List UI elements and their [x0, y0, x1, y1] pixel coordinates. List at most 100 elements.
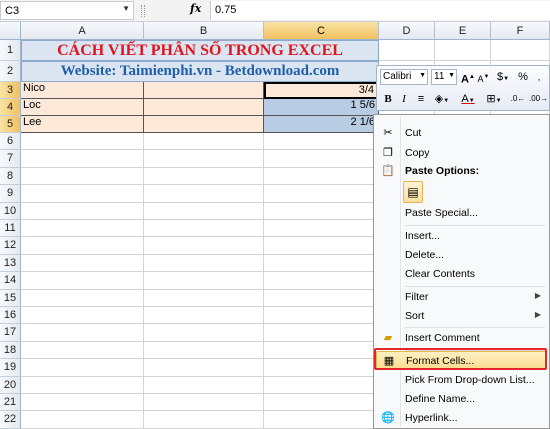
menu-item-copy[interactable]: ❐ Copy: [376, 144, 547, 163]
grid-cell[interactable]: [21, 254, 144, 273]
cell-c3[interactable]: 3/4: [264, 82, 379, 99]
grid-cell[interactable]: [144, 359, 264, 377]
cell-c5[interactable]: 2 1/6: [264, 116, 379, 133]
chevron-down-icon[interactable]: ▼: [122, 4, 130, 13]
grid-cell[interactable]: [264, 289, 379, 307]
row-header-22[interactable]: 22: [0, 411, 21, 429]
grid-cell[interactable]: [144, 133, 264, 151]
grid-cell[interactable]: [21, 220, 144, 238]
row-header-21[interactable]: 21: [0, 394, 21, 412]
cell-a3[interactable]: Nico: [21, 82, 144, 99]
row-header-13[interactable]: 13: [0, 254, 21, 273]
grid-cell[interactable]: [264, 394, 379, 412]
menu-item-insert[interactable]: Insert...: [376, 227, 547, 246]
grid-cell[interactable]: [264, 324, 379, 342]
grid-cell[interactable]: [264, 150, 379, 168]
grid-cell[interactable]: [144, 289, 264, 307]
grid-cell[interactable]: [264, 237, 379, 255]
grid-cell[interactable]: [21, 167, 144, 186]
grid-cell[interactable]: [144, 254, 264, 273]
name-box[interactable]: C3 ▼: [0, 1, 134, 20]
column-header-d[interactable]: D: [379, 22, 435, 40]
grid-cell[interactable]: [264, 359, 379, 377]
row-header-14[interactable]: 14: [0, 272, 21, 290]
grid-cell[interactable]: [144, 341, 264, 360]
menu-item-sort[interactable]: Sort ▶: [376, 307, 547, 326]
menu-item-insert-comment[interactable]: ▰ Insert Comment: [376, 329, 547, 348]
row-header-2[interactable]: 2: [0, 61, 21, 82]
row-header-6[interactable]: 6: [0, 133, 21, 151]
cell-b5[interactable]: [144, 116, 264, 133]
currency-button[interactable]: $▼: [493, 69, 513, 85]
percent-button[interactable]: %: [516, 69, 530, 85]
menu-item-cut[interactable]: ✂ Cut: [376, 124, 547, 143]
grid-cell[interactable]: [144, 150, 264, 168]
row-header-16[interactable]: 16: [0, 307, 21, 325]
grid-cell[interactable]: [21, 185, 144, 203]
grid-cell[interactable]: [21, 359, 144, 377]
grid-cell[interactable]: [264, 341, 379, 360]
grid-cell[interactable]: [435, 40, 491, 61]
row-header-1[interactable]: 1: [0, 40, 21, 61]
row-header-20[interactable]: 20: [0, 376, 21, 394]
column-header-b[interactable]: B: [144, 22, 264, 40]
row-header-17[interactable]: 17: [0, 324, 21, 342]
column-header-c[interactable]: C: [264, 22, 379, 40]
column-header-a[interactable]: A: [21, 22, 144, 40]
grid-cell[interactable]: [264, 133, 379, 151]
column-header-e[interactable]: E: [435, 22, 491, 40]
row-header-19[interactable]: 19: [0, 359, 21, 377]
grid-cell[interactable]: [21, 394, 144, 412]
font-name-box[interactable]: Calibri ▼: [380, 69, 428, 85]
cell-a4[interactable]: Loc: [21, 99, 144, 116]
grow-font-button[interactable]: A▲: [461, 69, 475, 86]
grid-cell[interactable]: [21, 272, 144, 290]
menu-item-filter[interactable]: Filter ▶: [376, 288, 547, 307]
menu-item-pick-from-list[interactable]: Pick From Drop-down List...: [376, 371, 547, 390]
sheet-title-cell[interactable]: CÁCH VIẾT PHÂN SỐ TRONG EXCEL: [21, 40, 379, 61]
grid-cell[interactable]: [144, 272, 264, 290]
grid-cell[interactable]: [264, 254, 379, 273]
grid-cell[interactable]: [21, 202, 144, 220]
select-all-corner[interactable]: [0, 22, 21, 40]
grid-cell[interactable]: [21, 411, 144, 429]
grid-cell[interactable]: [264, 220, 379, 238]
menu-item-paste-special[interactable]: Paste Special...: [376, 204, 547, 223]
insert-function-icon[interactable]: fx: [190, 2, 201, 15]
grid-cell[interactable]: [144, 376, 264, 394]
grid-cell[interactable]: [144, 220, 264, 238]
decrease-decimal-icon[interactable]: .00→: [529, 91, 548, 107]
cell-a5[interactable]: Lee: [21, 116, 144, 133]
shrink-font-button[interactable]: A▼: [477, 69, 490, 85]
row-header-5[interactable]: 5: [0, 116, 21, 133]
bold-button[interactable]: B: [381, 91, 395, 107]
increase-decimal-icon[interactable]: .0←: [509, 91, 527, 107]
grid-cell[interactable]: [264, 411, 379, 429]
menu-item-clear-contents[interactable]: Clear Contents: [376, 265, 547, 284]
grid-cell[interactable]: [21, 133, 144, 151]
paste-button[interactable]: ▤: [403, 181, 423, 203]
italic-button[interactable]: I: [397, 91, 411, 107]
grid-cell[interactable]: [264, 307, 379, 325]
grid-cell[interactable]: [264, 376, 379, 394]
grid-cell[interactable]: [144, 237, 264, 255]
borders-icon[interactable]: ⊞▼: [483, 91, 505, 107]
chevron-down-icon[interactable]: ▼: [419, 72, 426, 79]
formula-bar-splitter[interactable]: [141, 5, 145, 17]
website-cell[interactable]: Website: Taimienphi.vn - Betdownload.com: [21, 61, 379, 82]
column-header-f[interactable]: F: [491, 22, 550, 40]
row-header-7[interactable]: 7: [0, 150, 21, 168]
grid-cell[interactable]: [21, 341, 144, 360]
grid-cell[interactable]: [144, 307, 264, 325]
center-align-icon[interactable]: ≡: [413, 91, 429, 107]
grid-cell[interactable]: [264, 202, 379, 220]
grid-cell[interactable]: [379, 40, 435, 61]
row-header-9[interactable]: 9: [0, 185, 21, 203]
row-header-3[interactable]: 3: [0, 82, 21, 99]
cell-c4[interactable]: 1 5/6: [264, 99, 379, 116]
fill-color-icon[interactable]: ◈▼: [431, 91, 453, 107]
chevron-down-icon[interactable]: ▼: [448, 72, 455, 79]
row-header-4[interactable]: 4: [0, 99, 21, 116]
font-size-box[interactable]: 11 ▼: [431, 69, 457, 85]
grid-cell[interactable]: [144, 167, 264, 186]
